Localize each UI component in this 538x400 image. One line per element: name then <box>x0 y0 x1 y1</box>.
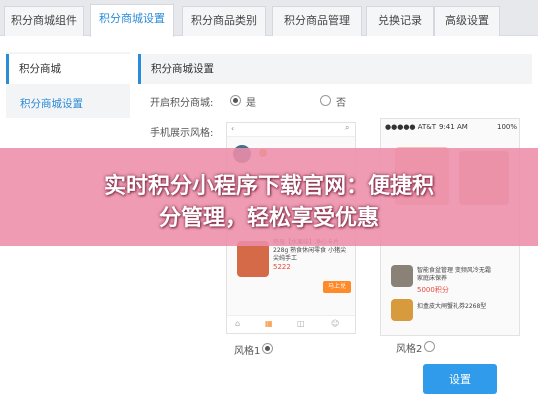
category-icon[interactable]: ▦ <box>265 319 273 328</box>
banner-line-2: 分管理，轻松享受优惠 <box>158 206 379 231</box>
open-no-label: 否 <box>336 98 346 109</box>
item2-title: 扣盒皮大闸蟹礼券2268型 <box>417 303 487 310</box>
banner-line-1: 实时积分小程序下载官网：便捷积 <box>103 174 434 199</box>
tab-bar: 积分商城组件 积分商城设置 积分商品类别 积分商品管理 兑换记录 高级设置 <box>0 0 538 37</box>
item1-subtitle: 家庭床保养 <box>417 275 448 282</box>
item1-price: 5000积分 <box>417 286 449 294</box>
home-icon[interactable]: ⌂ <box>235 319 240 328</box>
search-icon: ⌕ <box>345 123 350 132</box>
sidebar: 积分商城 积分商城设置 <box>6 52 130 118</box>
tab-points-mall-settings[interactable]: 积分商城设置 <box>90 4 174 37</box>
tab-product-categories[interactable]: 积分商品类别 <box>182 6 266 36</box>
phone-style-label: 手机展示风格: <box>150 128 214 139</box>
style1-radio[interactable] <box>262 343 273 354</box>
style2-radio[interactable] <box>424 341 435 352</box>
section-title: 积分商城设置 <box>138 54 532 84</box>
item2-image <box>391 299 413 321</box>
tab-points-mall-component[interactable]: 积分商城组件 <box>4 6 84 36</box>
item1-image <box>391 265 413 287</box>
open-yes-label: 是 <box>246 98 256 109</box>
user-icon[interactable]: ☺ <box>331 319 339 328</box>
tab-redemption-records[interactable]: 兑换记录 <box>366 6 434 36</box>
bottom-nav: ⌂ ▦ ◫ ☺ <box>227 315 355 333</box>
style1-label: 风格1 <box>234 346 261 357</box>
save-settings-button[interactable]: 设置 <box>423 364 497 394</box>
product-image <box>237 241 269 277</box>
promo-banner: 实时积分小程序下载官网：便捷积 分管理，轻松享受优惠 <box>0 148 538 246</box>
product-price: 5222 <box>273 263 291 271</box>
redeem-button[interactable]: 马上兑 <box>323 281 351 293</box>
carrier-text: ●●●●● AT&T <box>385 123 437 131</box>
tab-product-management[interactable]: 积分商品管理 <box>272 6 362 36</box>
battery-text: 100% <box>497 123 518 131</box>
sidebar-item-points-mall-settings[interactable]: 积分商城设置 <box>6 90 130 118</box>
search-bar: ‹ ⌕ <box>227 123 355 137</box>
style2-label: 风格2 <box>396 344 423 355</box>
tab-advanced-settings[interactable]: 高级设置 <box>434 6 500 36</box>
sidebar-header: 积分商城 <box>6 54 130 84</box>
cart-icon[interactable]: ◫ <box>297 319 305 328</box>
open-yes-radio[interactable] <box>230 95 241 106</box>
back-icon: ‹ <box>231 124 235 133</box>
time-text: 9:41 AM <box>439 123 468 131</box>
open-mall-label: 开启积分商城: <box>150 98 214 109</box>
open-no-radio[interactable] <box>320 95 331 106</box>
